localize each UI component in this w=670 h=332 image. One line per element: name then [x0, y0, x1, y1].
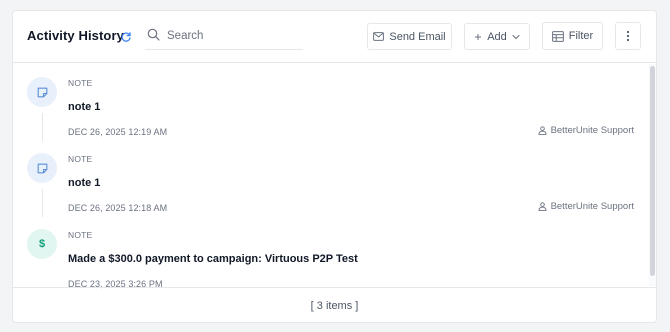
- scrollbar[interactable]: [649, 64, 656, 286]
- activity-item: NOTE note 1 DEC 26, 2025 12:18 AM Better…: [13, 140, 643, 217]
- note-icon-badge: [27, 153, 57, 183]
- add-button[interactable]: Add: [464, 23, 530, 50]
- search-box: [145, 23, 303, 50]
- author-name: BetterUnite Support: [550, 201, 634, 212]
- author-name: BetterUnite Support: [550, 125, 634, 136]
- add-label: Add: [487, 30, 507, 43]
- activity-history-card: Activity History Send Email: [12, 10, 657, 323]
- table-icon: [551, 30, 564, 42]
- search-input[interactable]: [167, 26, 297, 46]
- send-email-button[interactable]: Send Email: [367, 23, 452, 50]
- note-icon-badge: [27, 77, 57, 107]
- activity-type: NOTE: [68, 154, 93, 164]
- note-icon: [37, 87, 47, 97]
- activity-type: NOTE: [68, 78, 93, 88]
- item-count: [ 3 items ]: [310, 300, 359, 312]
- more-vertical-icon: [626, 30, 630, 42]
- dollar-icon-badge: $: [27, 229, 57, 259]
- user-icon: [538, 202, 547, 211]
- scrollbar-thumb[interactable]: [650, 66, 655, 276]
- user-icon: [538, 126, 547, 135]
- activity-author: BetterUnite Support: [538, 201, 634, 212]
- filter-label: Filter: [568, 30, 594, 42]
- filter-button[interactable]: Filter: [542, 22, 603, 50]
- plus-icon: [475, 33, 482, 40]
- activity-text: note 1: [68, 177, 101, 189]
- page-title: Activity History: [27, 28, 124, 43]
- activity-header: Activity History Send Email: [13, 11, 656, 63]
- search-icon: [147, 28, 160, 41]
- more-options-button[interactable]: [615, 22, 641, 50]
- chevron-down-icon: [512, 34, 520, 39]
- mail-icon: [373, 32, 385, 41]
- activity-type: NOTE: [68, 230, 93, 240]
- activity-author: BetterUnite Support: [538, 125, 634, 136]
- activity-text: Made a $300.0 payment to campaign: Virtu…: [68, 253, 358, 265]
- dollar-icon: $: [38, 238, 46, 250]
- timeline-connector: [42, 113, 43, 141]
- timeline-connector: [42, 189, 43, 217]
- list-footer: [ 3 items ]: [13, 287, 656, 322]
- activity-list: NOTE note 1 DEC 26, 2025 12:19 AM Better…: [13, 64, 656, 289]
- note-icon: [37, 163, 47, 173]
- activity-item: $ NOTE Made a $300.0 payment to campaign…: [13, 216, 643, 289]
- refresh-icon[interactable]: [120, 31, 132, 43]
- activity-text: note 1: [68, 101, 101, 113]
- activity-date: DEC 26, 2025 12:19 AM: [68, 127, 168, 137]
- activity-date: DEC 26, 2025 12:18 AM: [68, 203, 168, 213]
- activity-item: NOTE note 1 DEC 26, 2025 12:19 AM Better…: [13, 64, 643, 141]
- send-email-label: Send Email: [389, 30, 446, 43]
